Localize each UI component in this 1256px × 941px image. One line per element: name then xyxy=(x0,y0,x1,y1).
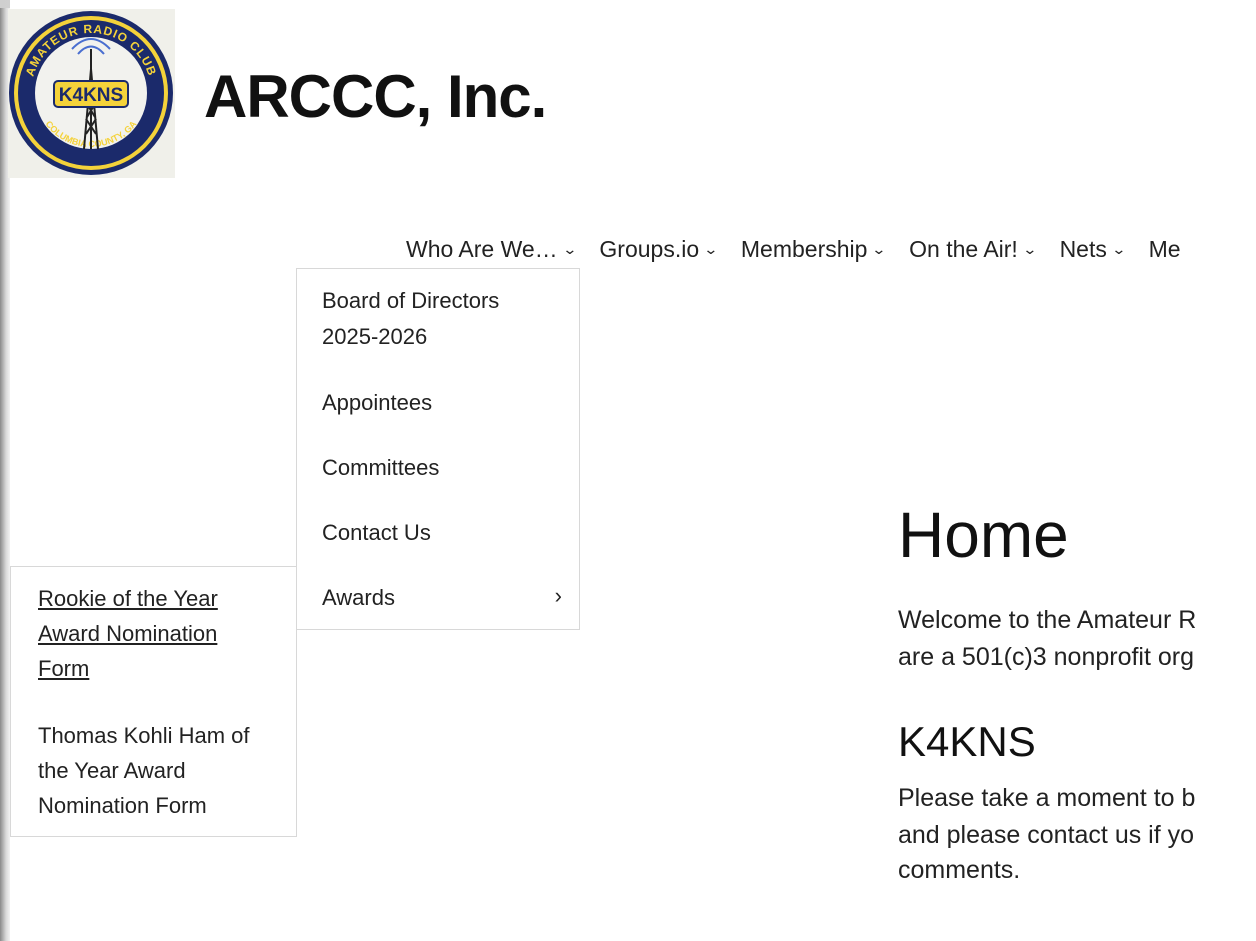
nav-item-who-are-we[interactable]: Who Are We… ⌄ xyxy=(406,236,578,263)
nav-item-membership[interactable]: Membership ⌄ xyxy=(740,236,887,263)
chevron-right-icon: › xyxy=(554,583,562,608)
chevron-down-icon: ⌄ xyxy=(871,241,887,257)
chevron-down-icon: ⌄ xyxy=(561,241,578,257)
nav-item-nets[interactable]: Nets ⌄ xyxy=(1059,236,1127,263)
club-logo[interactable]: AMATEUR RADIO CLUB COLUMBIA COUNTY, GA K… xyxy=(8,9,175,178)
nav-label: Me xyxy=(1148,236,1181,262)
section-heading: K4KNS xyxy=(898,718,1036,765)
chevron-down-icon: ⌄ xyxy=(703,241,719,257)
body-text-line: comments. xyxy=(898,856,1021,884)
nav-label: Membership xyxy=(740,236,868,262)
body-text-line: Please take a moment to b xyxy=(898,784,1196,812)
site-title[interactable]: ARCCC, Inc. xyxy=(204,62,547,131)
nav-item-on-the-air[interactable]: On the Air! ⌄ xyxy=(909,236,1038,263)
intro-text-line: Welcome to the Amateur R xyxy=(898,606,1197,634)
chevron-down-icon: ⌄ xyxy=(1111,241,1127,257)
menu-item-committees[interactable]: Committees xyxy=(322,450,439,486)
logo-callsign: K4KNS xyxy=(59,85,123,106)
nav-label: On the Air! xyxy=(909,236,1018,262)
nav-label: Who Are We… xyxy=(406,236,558,262)
menu-item-awards[interactable]: Awards › xyxy=(322,580,572,616)
menu-item-board-of-directors[interactable]: Board of Directors 2025-2026 xyxy=(322,283,552,355)
nav-item-more[interactable]: Me xyxy=(1149,236,1181,263)
intro-text-line: are a 501(c)3 nonprofit org xyxy=(898,643,1195,671)
body-text-line: and please contact us if yo xyxy=(898,821,1195,849)
menu-item-appointees[interactable]: Appointees xyxy=(322,385,432,421)
main-nav: Who Are We… ⌄ Groups.io ⌄ Membership ⌄ On t… xyxy=(406,236,1205,263)
menu-item-contact-us[interactable]: Contact Us xyxy=(322,515,431,551)
nav-item-groups-io[interactable]: Groups.io ⌄ xyxy=(599,236,719,263)
nav-label: Groups.io xyxy=(599,236,700,262)
awards-submenu: Rookie of the Year Award Nomination Form… xyxy=(10,566,297,837)
who-are-we-dropdown: Board of Directors 2025-2026 Appointees … xyxy=(296,268,580,630)
nav-label: Nets xyxy=(1059,236,1107,262)
menu-item-rookie-nomination[interactable]: Rookie of the Year Award Nomination Form xyxy=(38,581,268,686)
page-title: Home xyxy=(898,499,1069,571)
menu-item-label: Awards xyxy=(322,585,395,610)
menu-item-ham-of-year-nomination[interactable]: Thomas Kohli Ham of the Year Award Nomin… xyxy=(38,718,268,823)
chevron-down-icon: ⌄ xyxy=(1022,241,1038,257)
